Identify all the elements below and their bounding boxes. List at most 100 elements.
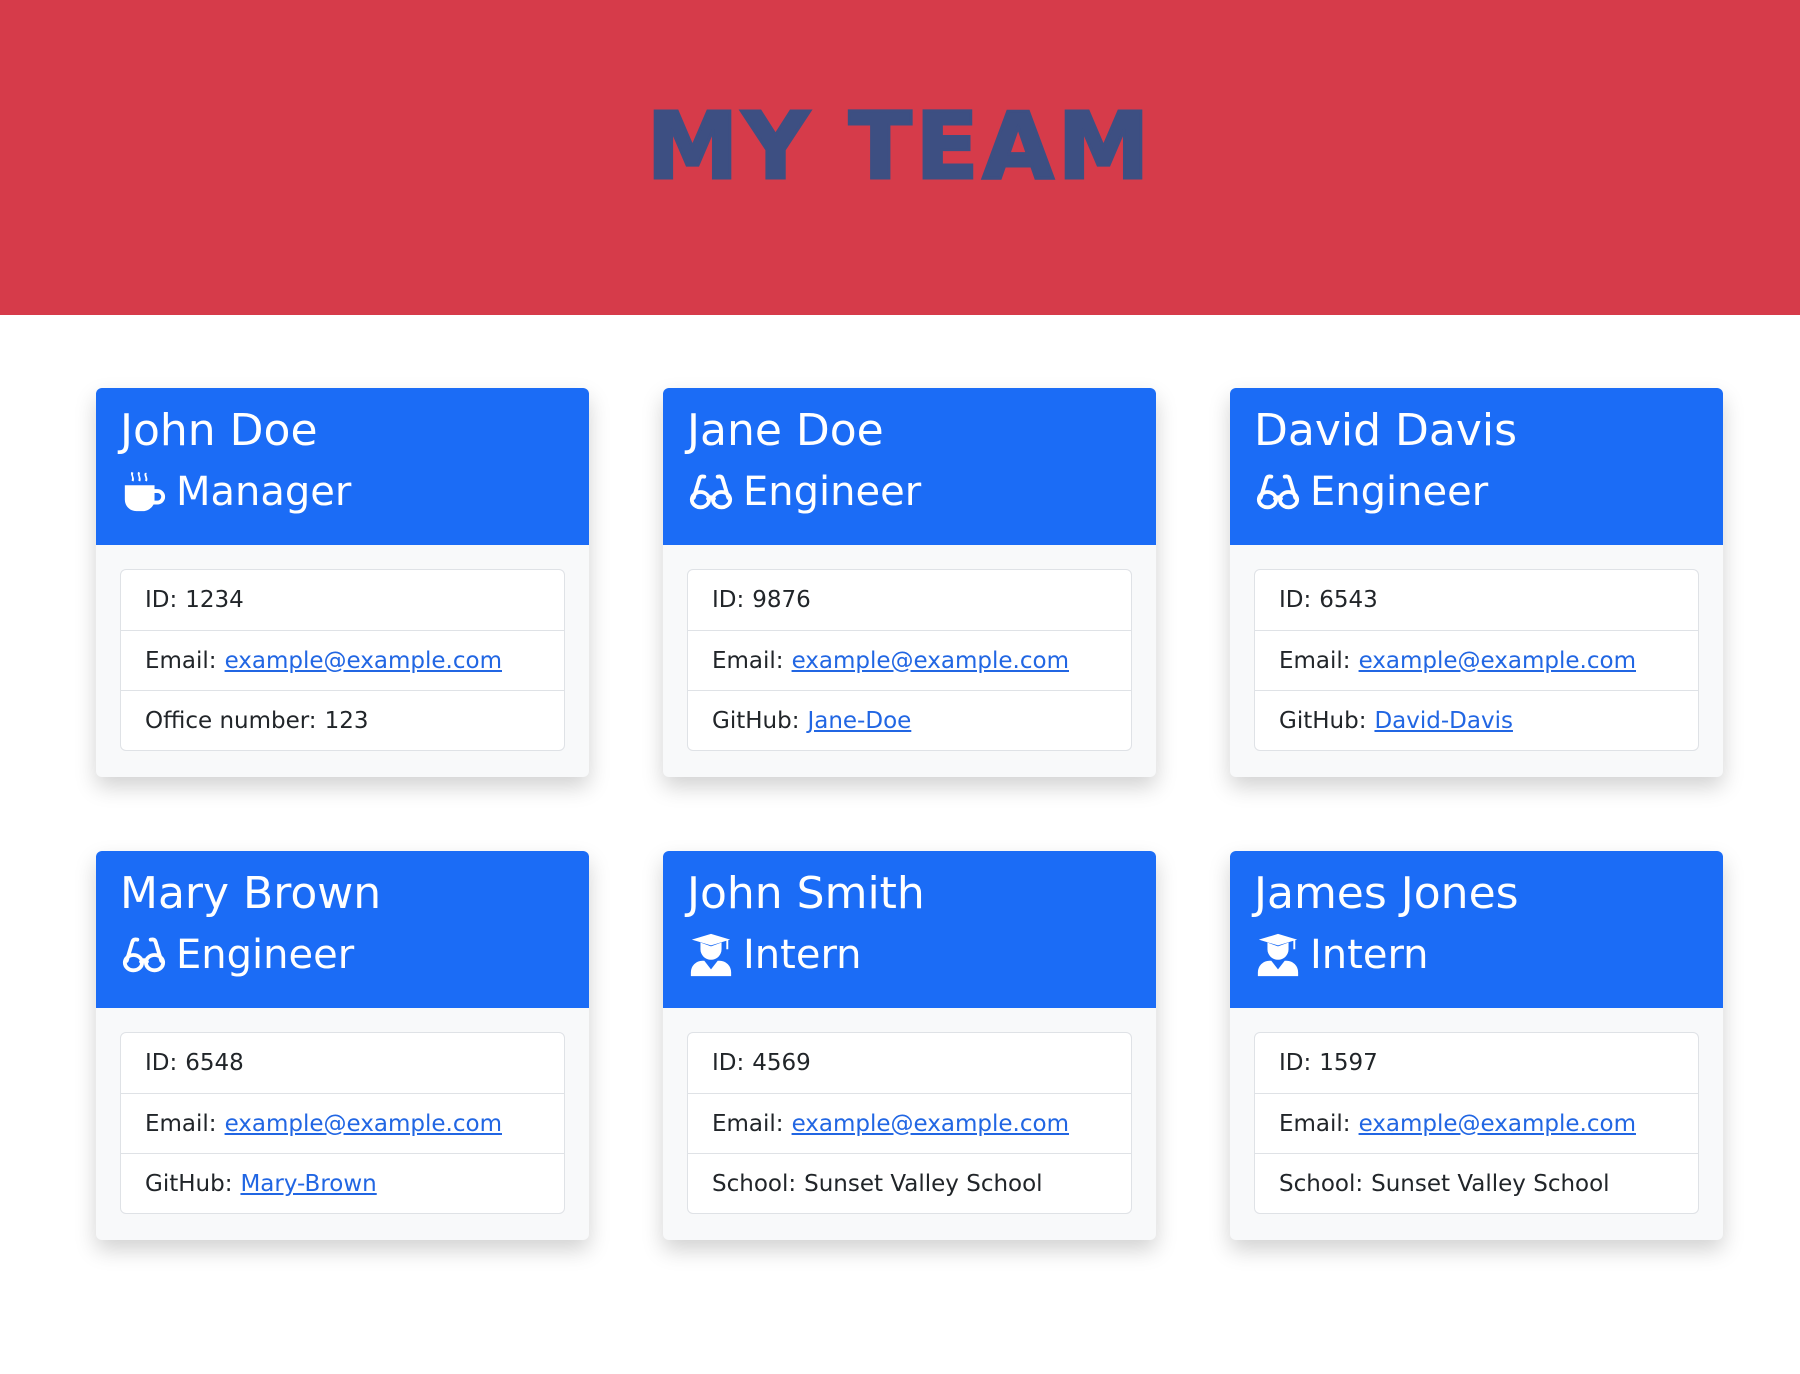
github-link[interactable]: Jane-Doe [807, 708, 911, 734]
info-list: ID: 4569 Email: example@example.com Scho… [687, 1032, 1132, 1214]
info-list: ID: 1234 Email: example@example.com Offi… [120, 569, 565, 751]
email-row: Email: example@example.com [121, 630, 564, 690]
email-label: Email: [1279, 1110, 1351, 1137]
github-label: GitHub: [1279, 707, 1367, 734]
id-value: 1234 [185, 587, 244, 613]
school-label: School: [1279, 1170, 1364, 1197]
employee-card: David Davis Engineer ID: 6543 Email: exa… [1230, 388, 1723, 777]
id-row: ID: 9876 [688, 570, 1131, 630]
school-value: Sunset Valley School [804, 1170, 1043, 1197]
card-header: James Jones Intern [1230, 851, 1723, 1008]
id-label: ID: [1279, 587, 1312, 613]
github-link[interactable]: David-Davis [1374, 708, 1513, 734]
id-label: ID: [712, 1050, 745, 1076]
employee-name: John Doe [120, 405, 318, 456]
employee-role: Engineer [120, 929, 565, 981]
email-row: Email: example@example.com [121, 1093, 564, 1153]
card-header: Mary Brown Engineer [96, 851, 589, 1008]
glasses-icon [687, 468, 735, 516]
id-row: ID: 6543 [1255, 570, 1698, 630]
email-label: Email: [712, 1110, 784, 1137]
glasses-icon [120, 931, 168, 979]
card-body: ID: 6543 Email: example@example.com GitH… [1230, 545, 1723, 775]
role-label: Engineer [743, 469, 922, 515]
employee-name: James Jones [1254, 868, 1519, 919]
employee-name: Jane Doe [687, 405, 884, 456]
user-graduate-icon [687, 931, 735, 979]
school-value: Sunset Valley School [1371, 1170, 1610, 1197]
info-list: ID: 9876 Email: example@example.com GitH… [687, 569, 1132, 751]
role-label: Manager [176, 469, 352, 515]
card-header: Jane Doe Engineer [663, 388, 1156, 545]
card-body: ID: 1234 Email: example@example.com Offi… [96, 545, 589, 775]
id-value: 6543 [1319, 587, 1378, 613]
info-list: ID: 6548 Email: example@example.com GitH… [120, 1032, 565, 1214]
email-link[interactable]: example@example.com [225, 648, 502, 674]
info-list: ID: 1597 Email: example@example.com Scho… [1254, 1032, 1699, 1214]
employee-card: John Doe Manager ID: 1234 Email: example… [96, 388, 589, 777]
card-header: John Smith Intern [663, 851, 1156, 1008]
id-row: ID: 1234 [121, 570, 564, 630]
id-row: ID: 4569 [688, 1033, 1131, 1093]
email-label: Email: [1279, 647, 1351, 674]
employee-card: John Smith Intern ID: 4569 Email: exampl… [663, 851, 1156, 1240]
role-label: Intern [1310, 932, 1429, 978]
user-graduate-icon [1254, 931, 1302, 979]
card-header: John Doe Manager [96, 388, 589, 545]
email-link[interactable]: example@example.com [792, 1111, 1069, 1137]
email-label: Email: [145, 1110, 217, 1137]
info-list: ID: 6543 Email: example@example.com GitH… [1254, 569, 1699, 751]
employee-role: Engineer [687, 466, 1132, 518]
employee-name: John Smith [687, 868, 925, 919]
email-row: Email: example@example.com [1255, 630, 1698, 690]
id-value: 1597 [1319, 1050, 1378, 1076]
id-label: ID: [712, 587, 745, 613]
employee-card: Mary Brown Engineer ID: 6548 Email: exam… [96, 851, 589, 1240]
employee-role: Intern [1254, 929, 1699, 981]
id-value: 4569 [752, 1050, 811, 1076]
email-row: Email: example@example.com [1255, 1093, 1698, 1153]
mug-hot-icon [120, 468, 168, 516]
employee-card: Jane Doe Engineer ID: 9876 Email: exampl… [663, 388, 1156, 777]
employee-name: David Davis [1254, 405, 1518, 456]
employee-card: James Jones Intern ID: 1597 Email: examp… [1230, 851, 1723, 1240]
email-link[interactable]: example@example.com [1359, 648, 1636, 674]
card-body: ID: 1597 Email: example@example.com Scho… [1230, 1008, 1723, 1238]
page-title: My Team [645, 92, 1154, 200]
role-label: Engineer [1310, 469, 1489, 515]
email-link[interactable]: example@example.com [1359, 1111, 1636, 1137]
office-row: Office number: 123 [121, 690, 564, 750]
id-label: ID: [145, 1050, 178, 1076]
card-body: ID: 6548 Email: example@example.com GitH… [96, 1008, 589, 1238]
email-row: Email: example@example.com [688, 630, 1131, 690]
id-row: ID: 6548 [121, 1033, 564, 1093]
card-body: ID: 4569 Email: example@example.com Scho… [663, 1008, 1156, 1238]
card-body: ID: 9876 Email: example@example.com GitH… [663, 545, 1156, 775]
school-row: School: Sunset Valley School [688, 1153, 1131, 1213]
github-label: GitHub: [712, 707, 800, 734]
email-row: Email: example@example.com [688, 1093, 1131, 1153]
card-header: David Davis Engineer [1230, 388, 1723, 545]
github-label: GitHub: [145, 1170, 233, 1197]
github-row: GitHub: Jane-Doe [688, 690, 1131, 750]
page-header: My Team [0, 0, 1800, 315]
role-label: Intern [743, 932, 862, 978]
office-label: Office number: [145, 707, 317, 734]
github-row: GitHub: Mary-Brown [121, 1153, 564, 1213]
id-label: ID: [1279, 1050, 1312, 1076]
id-value: 9876 [752, 587, 811, 613]
id-value: 6548 [185, 1050, 244, 1076]
employee-role: Engineer [1254, 466, 1699, 518]
email-label: Email: [145, 647, 217, 674]
github-row: GitHub: David-Davis [1255, 690, 1698, 750]
github-link[interactable]: Mary-Brown [240, 1171, 376, 1197]
employee-role: Intern [687, 929, 1132, 981]
team-grid: John Doe Manager ID: 1234 Email: example… [96, 388, 1724, 1240]
email-link[interactable]: example@example.com [225, 1111, 502, 1137]
office-value: 123 [324, 707, 369, 734]
glasses-icon [1254, 468, 1302, 516]
employee-name: Mary Brown [120, 868, 382, 919]
school-label: School: [712, 1170, 797, 1197]
email-link[interactable]: example@example.com [792, 648, 1069, 674]
school-row: School: Sunset Valley School [1255, 1153, 1698, 1213]
